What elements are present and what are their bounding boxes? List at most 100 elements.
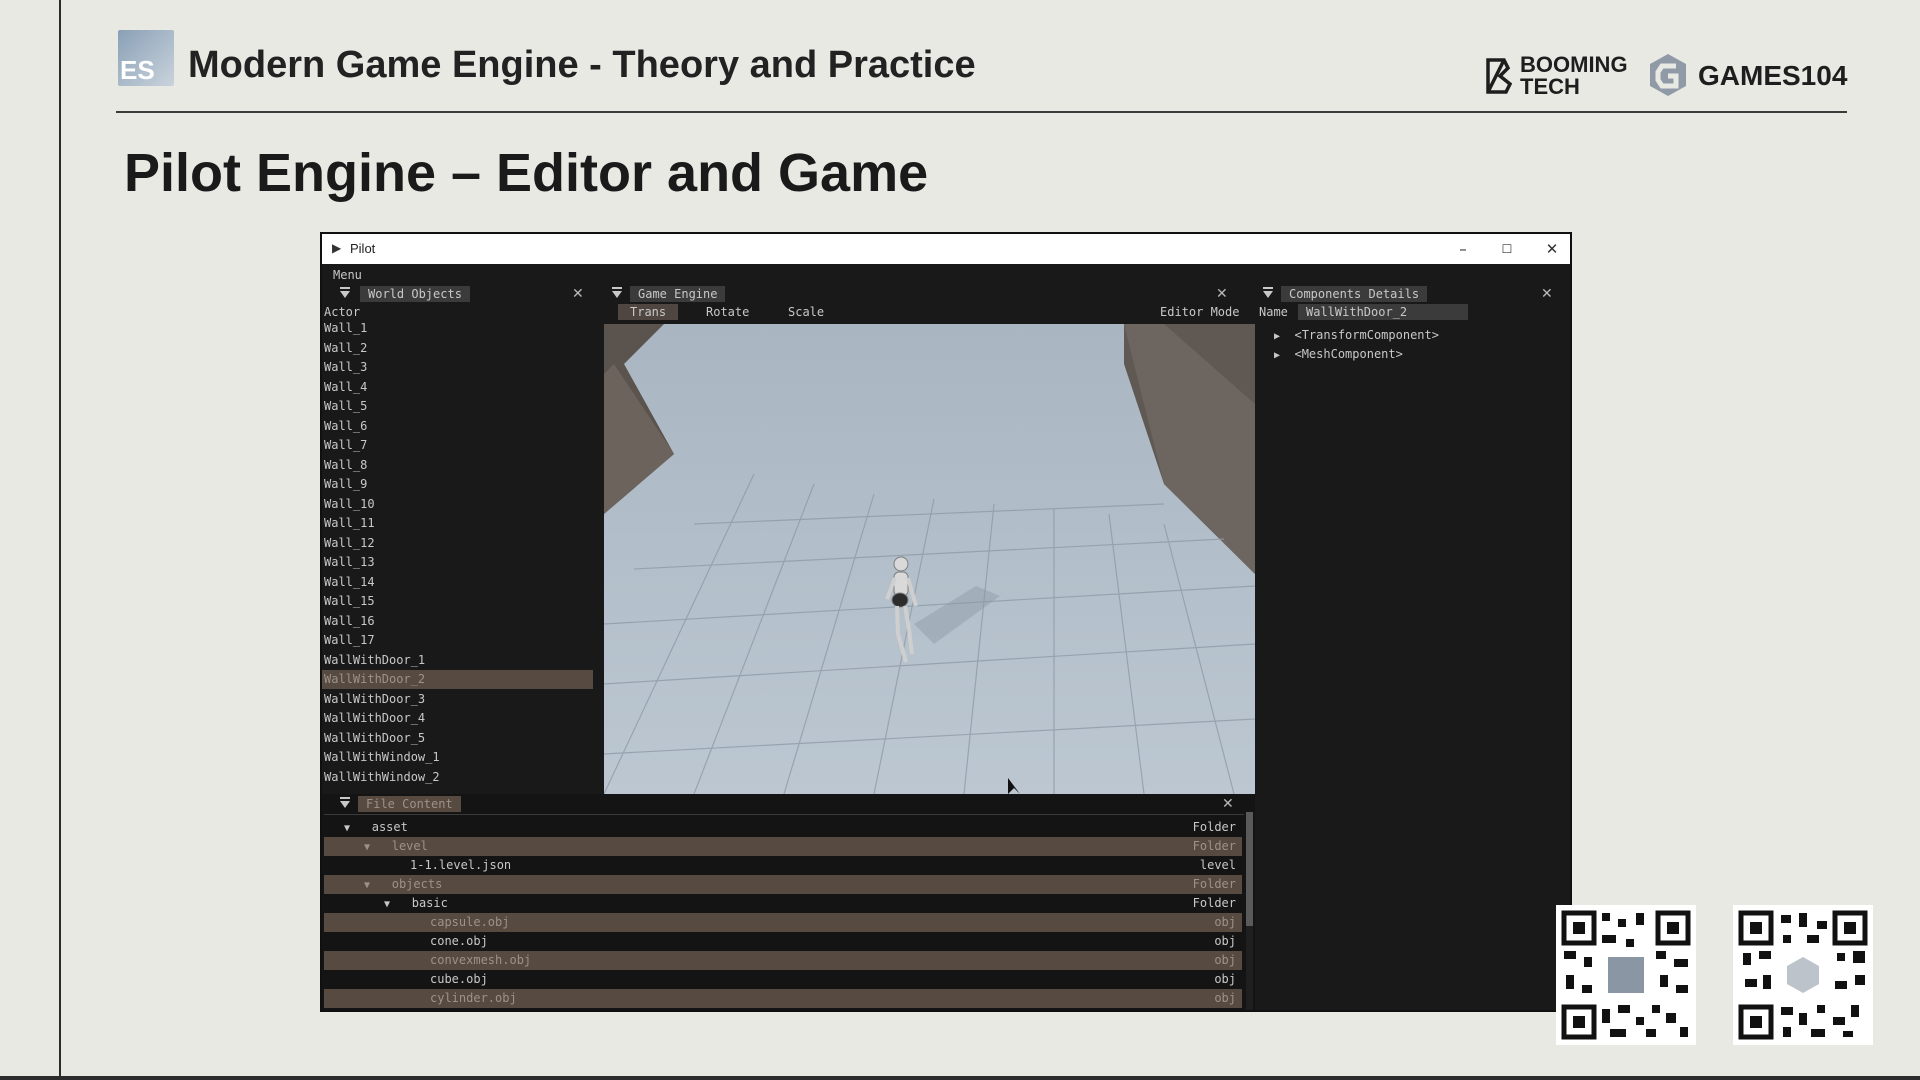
game-viewport[interactable] bbox=[604, 324, 1255, 794]
component-name-field[interactable]: WallWithDoor_2 bbox=[1298, 304, 1468, 320]
file-type: Folder bbox=[1192, 839, 1236, 853]
world-object-item[interactable]: WallWithDoor_1 bbox=[322, 651, 593, 670]
file-type: Folder bbox=[1192, 877, 1236, 891]
file-row-cube[interactable]: cube.obj obj bbox=[324, 970, 1242, 989]
games104-text: GAMES104 bbox=[1698, 60, 1848, 91]
file-row-capsule[interactable]: capsule.obj obj bbox=[324, 913, 1242, 932]
expand-arrow-icon: ▼ bbox=[364, 880, 371, 891]
file-type: Folder bbox=[1192, 896, 1236, 910]
editor-mode-button[interactable]: Editor Mode bbox=[1160, 304, 1239, 320]
world-object-item[interactable]: Wall_2 bbox=[322, 339, 593, 358]
world-objects-header: World Objects ✕ bbox=[322, 286, 604, 302]
window-title: Pilot bbox=[350, 241, 376, 256]
world-object-item[interactable]: Wall_3 bbox=[322, 358, 593, 377]
world-object-item[interactable]: WallWithWindow_2 bbox=[322, 768, 593, 787]
world-object-item[interactable]: Wall_17 bbox=[322, 631, 593, 650]
world-object-item[interactable]: Wall_5 bbox=[322, 397, 593, 416]
world-object-item[interactable]: Wall_8 bbox=[322, 456, 593, 475]
slide-left-rule bbox=[59, 0, 61, 1080]
world-object-item[interactable]: Wall_15 bbox=[322, 592, 593, 611]
file-type: level bbox=[1199, 858, 1236, 872]
file-row-cone[interactable]: cone.obj obj bbox=[324, 932, 1242, 951]
scene-render bbox=[604, 324, 1255, 794]
file-type: obj bbox=[1214, 915, 1236, 929]
close-button[interactable]: ✕ bbox=[1537, 238, 1567, 260]
header-rule bbox=[116, 111, 1847, 113]
world-object-item[interactable]: WallWithDoor_3 bbox=[322, 690, 593, 709]
tab-components-details[interactable]: Components Details bbox=[1281, 286, 1428, 302]
file-row-cylinder[interactable]: cylinder.obj obj bbox=[324, 989, 1242, 1008]
collapse-triangle-icon[interactable] bbox=[338, 286, 352, 300]
file-row-objects[interactable]: ▼ objects Folder bbox=[324, 875, 1242, 894]
window-titlebar[interactable]: ▶ Pilot – ☐ ✕ bbox=[322, 234, 1570, 264]
world-object-item[interactable]: Wall_6 bbox=[322, 417, 593, 436]
game-engine-header: Game Engine ✕ bbox=[604, 286, 1255, 302]
tab-game-engine[interactable]: Game Engine bbox=[630, 286, 726, 302]
world-objects-close-icon[interactable]: ✕ bbox=[572, 286, 584, 302]
component-item-mesh[interactable]: ▶ <MeshComponent> bbox=[1274, 346, 1403, 364]
tool-rotate-button[interactable]: Rotate bbox=[694, 304, 761, 320]
world-object-item[interactable]: WallWithDoor_2 bbox=[322, 670, 593, 689]
qr-code-games104 bbox=[1556, 905, 1696, 1045]
qr-code-booming bbox=[1733, 905, 1873, 1045]
collapse-triangle-icon[interactable] bbox=[338, 796, 352, 810]
qr-code-icon bbox=[1561, 910, 1691, 1040]
minimize-button[interactable]: – bbox=[1448, 238, 1478, 260]
expand-arrow-icon: ▶ bbox=[1274, 331, 1281, 342]
file-content-header: File Content ✕ bbox=[322, 796, 1255, 812]
qr-code-icon bbox=[1738, 910, 1868, 1040]
booming-tech-logo: BOOMING TECH bbox=[1484, 54, 1640, 100]
world-object-item[interactable]: Wall_12 bbox=[322, 534, 593, 553]
world-object-item[interactable]: Wall_4 bbox=[322, 378, 593, 397]
file-content-close-icon[interactable]: ✕ bbox=[1222, 796, 1234, 812]
world-object-item[interactable]: Wall_9 bbox=[322, 475, 593, 494]
world-object-item[interactable]: Wall_10 bbox=[322, 495, 593, 514]
collapse-triangle-icon[interactable] bbox=[610, 286, 624, 300]
tab-file-content[interactable]: File Content bbox=[358, 796, 461, 812]
world-object-item[interactable]: WallWithDoor_4 bbox=[322, 709, 593, 728]
tool-scale-button[interactable]: Scale bbox=[776, 304, 836, 320]
file-type: Folder bbox=[1192, 820, 1236, 834]
games-mark-icon bbox=[1650, 54, 1686, 96]
file-row-asset[interactable]: ▼ asset Folder bbox=[324, 818, 1242, 837]
world-object-item[interactable]: WallWithWindow_1 bbox=[322, 748, 593, 767]
component-item-transform[interactable]: ▶ <TransformComponent> bbox=[1274, 327, 1439, 345]
component-name-label: Name bbox=[1259, 305, 1288, 319]
file-type: obj bbox=[1214, 934, 1236, 948]
file-name: cone.obj bbox=[430, 934, 488, 948]
components-close-icon[interactable]: ✕ bbox=[1541, 286, 1553, 302]
menu-bar-item[interactable]: Menu bbox=[333, 268, 362, 282]
file-name: basic bbox=[411, 896, 448, 910]
file-name: 1-1.level.json bbox=[410, 858, 512, 872]
file-name: capsule.obj bbox=[430, 915, 510, 929]
world-object-item[interactable]: Wall_7 bbox=[322, 436, 593, 455]
booming-line2: TECH bbox=[1520, 74, 1580, 99]
world-object-item[interactable]: Wall_1 bbox=[322, 319, 593, 338]
game-engine-close-icon[interactable]: ✕ bbox=[1216, 286, 1228, 302]
world-object-item[interactable]: Wall_14 bbox=[322, 573, 593, 592]
slide-bottom-rule bbox=[0, 1076, 1920, 1080]
file-name: cube.obj bbox=[430, 972, 488, 986]
pilot-app-icon: ▶ bbox=[332, 241, 342, 255]
slide-title: Pilot Engine – Editor and Game bbox=[124, 143, 929, 203]
expand-arrow-icon: ▼ bbox=[364, 842, 371, 853]
tab-world-objects[interactable]: World Objects bbox=[360, 286, 470, 302]
tool-trans-button[interactable]: Trans bbox=[618, 304, 679, 320]
file-row-basic[interactable]: ▼ basic Folder bbox=[324, 894, 1242, 913]
world-object-item[interactable]: Wall_11 bbox=[322, 514, 593, 533]
collapse-triangle-icon[interactable] bbox=[1261, 286, 1275, 300]
file-name: cylinder.obj bbox=[430, 991, 517, 1005]
component-item-label: <TransformComponent> bbox=[1294, 328, 1439, 342]
course-logo: ES bbox=[118, 30, 174, 86]
file-row-level[interactable]: ▼ level Folder bbox=[324, 837, 1242, 856]
maximize-button[interactable]: ☐ bbox=[1492, 238, 1522, 260]
world-object-item[interactable]: WallWithDoor_5 bbox=[322, 729, 593, 748]
scrollbar-thumb[interactable] bbox=[1246, 812, 1253, 926]
file-row-convexmesh[interactable]: convexmesh.obj obj bbox=[324, 951, 1242, 970]
world-object-item[interactable]: Wall_16 bbox=[322, 612, 593, 631]
pilot-editor-window: ▶ Pilot – ☐ ✕ Menu World Objects ✕ Actor… bbox=[320, 232, 1572, 1012]
component-item-label: <MeshComponent> bbox=[1294, 347, 1403, 361]
world-object-item[interactable]: Wall_13 bbox=[322, 553, 593, 572]
file-content-scrollbar[interactable] bbox=[1246, 812, 1253, 1010]
file-row-level-json[interactable]: 1-1.level.json level bbox=[324, 856, 1242, 875]
